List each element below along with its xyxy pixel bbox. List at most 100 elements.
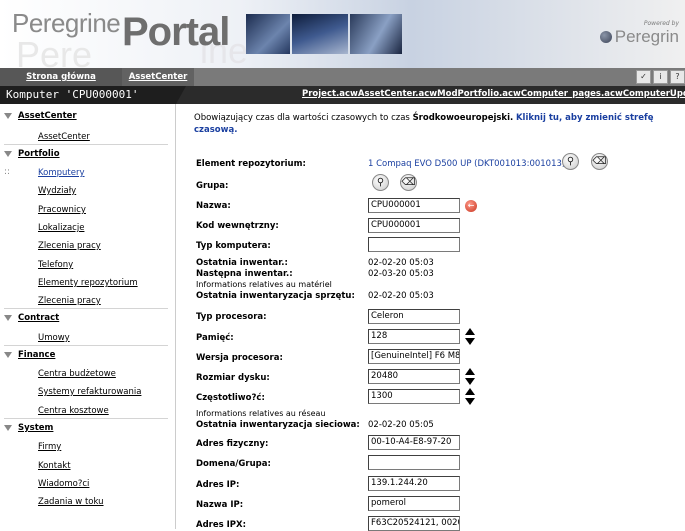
breadcrumb-home[interactable]: Strona główna bbox=[0, 68, 122, 86]
ostatnia-sprzetu-value: 02-02-20 05:03 bbox=[368, 291, 434, 301]
page-path-link[interactable]: Project.acwAssetCenter.acwModPortfolio.a… bbox=[302, 89, 685, 99]
sidebar-item-zadania-w-toku[interactable]: Zadania w toku bbox=[38, 497, 104, 507]
stepper-down-icon[interactable] bbox=[465, 338, 475, 345]
label-wersja-procesora: Wersja procesora: bbox=[196, 353, 283, 363]
adres-ip-input[interactable]: 139.1.244.20 bbox=[368, 476, 460, 491]
sidebar-item-telefony[interactable]: Telefony bbox=[38, 260, 73, 270]
label-element-repozytorium: Element repozytorium: bbox=[196, 159, 306, 169]
sidebar-section-label: Contract bbox=[18, 313, 60, 323]
stepper-down-icon[interactable] bbox=[465, 378, 475, 385]
peregrine-brand: Peregrin bbox=[599, 27, 679, 47]
sidebar-item-komputery[interactable]: Komputery bbox=[38, 168, 85, 178]
nazwa-ip-input[interactable]: pomerol bbox=[368, 496, 460, 511]
label-typ-komputera: Typ komputera: bbox=[196, 241, 271, 251]
sidebar-item-lokalizacje[interactable]: Lokalizacje bbox=[38, 223, 84, 233]
collapse-triangle-icon bbox=[4, 425, 12, 431]
czestotliwosc-stepper[interactable] bbox=[465, 388, 475, 406]
label-kod-wewnetrzny: Kod wewnętrzny: bbox=[196, 221, 279, 231]
title-bar: Komputer 'CPU000001' Project.acwAssetCen… bbox=[0, 86, 685, 104]
divider bbox=[4, 308, 168, 309]
breadcrumb: Strona główna AssetCenter ✓ i ? bbox=[0, 68, 685, 86]
label-ostatnia-inwentar: Ostatnia inwentar.: bbox=[196, 258, 288, 268]
header-photo bbox=[292, 14, 348, 54]
stepper-up-icon[interactable] bbox=[465, 368, 475, 375]
label-pamiec: Pamięć: bbox=[196, 333, 234, 343]
element-repozytorium-link[interactable]: 1 Compaq EVO D500 UP (DKT001013:001013) bbox=[368, 159, 565, 169]
timezone-name: Środkowoeuropejski. bbox=[412, 113, 514, 123]
divider bbox=[4, 418, 168, 419]
kod-wewnetrzny-input[interactable]: CPU000001 bbox=[368, 218, 460, 233]
nazwa-input[interactable]: CPU000001 bbox=[368, 198, 460, 213]
sidebar-item-firmy[interactable]: Firmy bbox=[38, 442, 61, 452]
timezone-notice-text: Obowiązujący czas dla wartości czasowych… bbox=[194, 113, 413, 123]
sidebar: AssetCenter AssetCenter Portfolio :: Kom… bbox=[0, 104, 176, 529]
typ-komputera-input[interactable] bbox=[368, 237, 460, 252]
header-banner: Pere ine Peregrine Portal Powered by Per… bbox=[0, 0, 685, 68]
header-photos bbox=[246, 14, 402, 54]
eraser-icon[interactable]: ⌫ bbox=[400, 174, 417, 191]
header-photo bbox=[246, 14, 290, 54]
ostatnia-sieciowa-value: 02-02-20 05:05 bbox=[368, 420, 434, 430]
section-reseau: Informations relatives au réseau bbox=[196, 409, 326, 418]
rozmiar-dysku-stepper[interactable] bbox=[465, 368, 475, 386]
sidebar-section-label: System bbox=[18, 423, 54, 433]
stepper-up-icon[interactable] bbox=[465, 328, 475, 335]
sidebar-item-elementy-repozytorium[interactable]: Elementy repozytorium bbox=[38, 278, 138, 288]
sidebar-section-portfolio[interactable]: Portfolio bbox=[4, 149, 60, 159]
sidebar-item-wydzialy[interactable]: Wydziały bbox=[38, 186, 76, 196]
sidebar-item-assetcenter[interactable]: AssetCenter bbox=[38, 132, 90, 142]
sidebar-section-finance[interactable]: Finance bbox=[4, 350, 55, 360]
stepper-up-icon[interactable] bbox=[465, 388, 475, 395]
sidebar-section-system[interactable]: System bbox=[4, 423, 53, 433]
label-ostatnia-sprzetu: Ostatnia inwentaryzacja sprzętu: bbox=[196, 291, 355, 301]
sidebar-item-wiadomosci[interactable]: Wiadomo?ci bbox=[38, 479, 89, 489]
toolbar-icons: ✓ i ? bbox=[636, 70, 685, 84]
main-content: Obowiązujący czas dla wartości czasowych… bbox=[194, 104, 685, 531]
label-ostatnia-sieciowa: Ostatnia inwentaryzacja sieciowa: bbox=[196, 420, 360, 430]
active-marker-icon: :: bbox=[4, 167, 11, 177]
help-icon[interactable]: ? bbox=[670, 70, 685, 84]
sidebar-item-zlecenia-pracy-2[interactable]: Zlecenia pracy bbox=[38, 296, 101, 306]
ostatnia-inwentar-value: 02-02-20 05:03 bbox=[368, 258, 434, 268]
sidebar-item-zlecenia-pracy[interactable]: Zlecenia pracy bbox=[38, 241, 101, 251]
wersja-procesora-input[interactable]: [GenuineIntel] F6 M8 bbox=[368, 349, 460, 364]
logo-watermark: Pere bbox=[16, 34, 93, 68]
section-materiel: Informations relatives au matériel bbox=[196, 280, 332, 289]
adres-fizyczny-input[interactable]: 00-10-A4-E8-97-20 bbox=[368, 435, 460, 450]
label-grupa: Grupa: bbox=[196, 181, 229, 191]
sidebar-item-centra-kosztowe[interactable]: Centra kosztowe bbox=[38, 406, 109, 416]
stepper-down-icon[interactable] bbox=[465, 398, 475, 405]
powered-by-logo: Powered by Peregrin bbox=[599, 20, 679, 47]
sidebar-section-contract[interactable]: Contract bbox=[4, 313, 59, 323]
divider bbox=[4, 345, 168, 346]
domena-grupa-input[interactable] bbox=[368, 455, 460, 470]
search-icon[interactable]: ⚲ bbox=[562, 153, 579, 170]
breadcrumb-assetcenter[interactable]: AssetCenter bbox=[122, 68, 194, 86]
search-icon[interactable]: ⚲ bbox=[372, 174, 389, 191]
sidebar-item-systemy-refakturowania[interactable]: Systemy refakturowania bbox=[38, 387, 141, 397]
pamiec-input[interactable]: 128 bbox=[368, 329, 460, 344]
info-icon[interactable]: i bbox=[653, 70, 668, 84]
czestotliwosc-input[interactable]: 1300 bbox=[368, 389, 460, 404]
label-adres-ip: Adres IP: bbox=[196, 480, 240, 490]
checkmark-icon[interactable]: ✓ bbox=[636, 70, 651, 84]
collapse-triangle-icon bbox=[4, 151, 12, 157]
sidebar-section-label: Portfolio bbox=[18, 149, 60, 159]
peregrine-logo-icon bbox=[599, 31, 612, 43]
logo-portal-text: Portal bbox=[122, 10, 230, 54]
header-photo bbox=[350, 14, 402, 54]
sidebar-section-assetcenter[interactable]: AssetCenter bbox=[4, 111, 77, 121]
pamiec-stepper[interactable] bbox=[465, 328, 475, 346]
rozmiar-dysku-input[interactable]: 20480 bbox=[368, 369, 460, 384]
typ-procesora-input[interactable]: Celeron bbox=[368, 309, 460, 324]
sidebar-item-centra-budzetowe[interactable]: Centra budżetowe bbox=[38, 369, 116, 379]
label-nazwa: Nazwa: bbox=[196, 201, 231, 211]
collapse-triangle-icon bbox=[4, 315, 12, 321]
timezone-notice: Obowiązujący czas dla wartości czasowych… bbox=[194, 112, 682, 136]
sidebar-item-pracownicy[interactable]: Pracownicy bbox=[38, 205, 86, 215]
sidebar-item-umowy[interactable]: Umowy bbox=[38, 333, 70, 343]
clear-arrow-icon[interactable]: ← bbox=[465, 200, 477, 212]
sidebar-item-kontakt[interactable]: Kontakt bbox=[38, 461, 71, 471]
logo-peregrine-text: Peregrine bbox=[12, 8, 121, 38]
eraser-icon[interactable]: ⌫ bbox=[591, 153, 608, 170]
